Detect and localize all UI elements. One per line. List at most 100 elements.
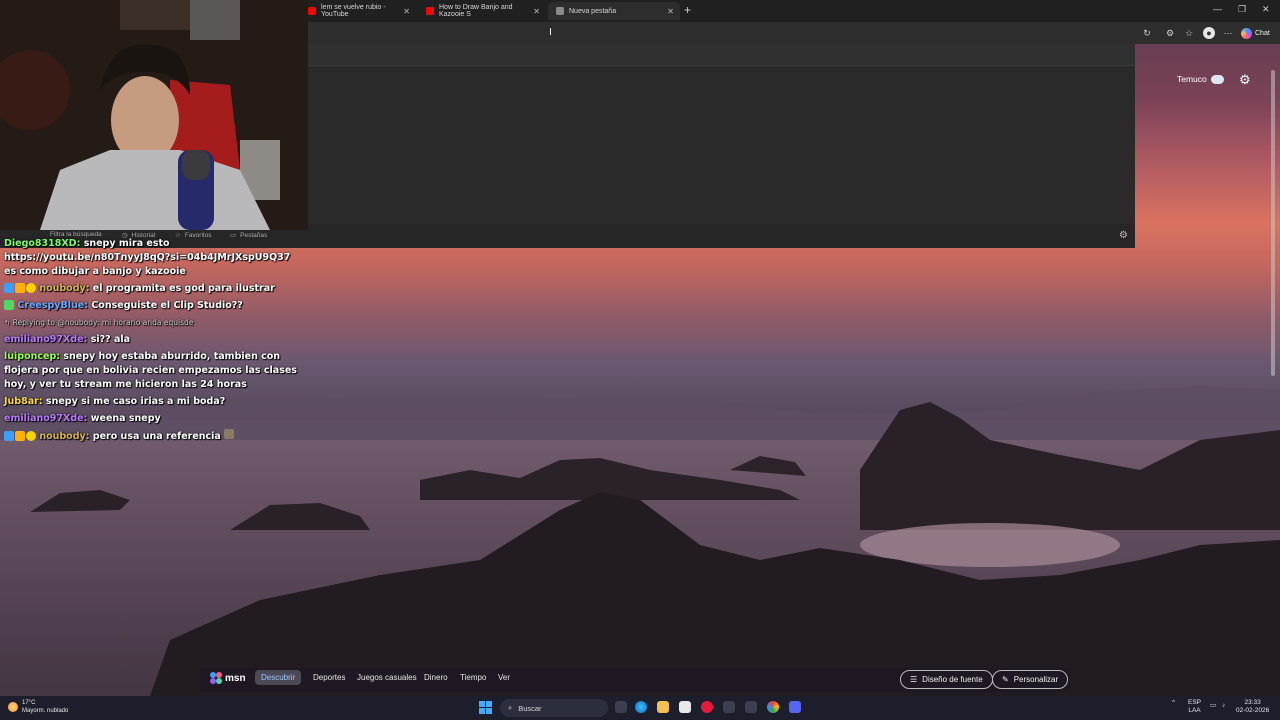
coin-badge-icon [26,431,36,441]
weather-desc: Mayorm. nublado [22,708,69,714]
chat-separator: : [38,396,46,407]
tab-youtube-rubio[interactable]: lem se vuelve rubio - YouTube ✕ [300,2,416,20]
chat-badges [4,283,36,293]
media-app-icon[interactable] [701,701,713,713]
badge-icon [4,283,14,293]
profile-avatar-icon[interactable]: ● [1203,27,1215,39]
network-icon[interactable]: ▭ [1210,702,1216,710]
new-tab-page-icon [556,7,564,15]
brush-icon: ✎ [1002,675,1009,684]
chat-message: Diego8318XD: snepy mira esto https://you… [4,237,304,279]
chat-username: Jub8ar [4,396,39,407]
close-icon[interactable]: ✕ [667,7,674,16]
crown-badge-icon [15,283,25,293]
chat-separator: : [85,431,93,442]
plus-icon[interactable]: + [684,3,691,17]
font-design-label: Diseño de fuente [922,675,983,684]
taskbar-search[interactable]: ⌕ Buscar [500,699,608,717]
msn-tab-descubrir[interactable]: Descubrir [255,670,302,685]
chat-username: luiponcep [4,351,57,362]
chrome-icon[interactable] [767,701,779,713]
weather-temp: 17°C [22,700,36,706]
page-scrollbar[interactable] [1271,70,1275,376]
msn-logo[interactable]: msn [210,672,246,684]
lang-top: ESP [1188,699,1202,706]
screen: lem se vuelve rubio - YouTube ✕ How to D… [0,0,1280,720]
cloud-icon [1210,74,1224,84]
crown-badge-icon [15,431,25,441]
msn-tab-ver[interactable]: Ver [498,673,510,682]
copilot-chat-button[interactable]: Chat [1241,26,1270,40]
settings-gear-icon[interactable]: ⚙ [1119,230,1128,241]
weather-widget[interactable]: Temuco [1177,74,1224,84]
chat-separator: : [76,238,84,249]
chat-message: Jub8ar: snepy si me caso irias a mi boda… [4,395,304,409]
tray-chevron-icon[interactable]: ^ [1172,699,1175,707]
address-input[interactable] [308,44,1135,66]
msn-tab-tiempo[interactable]: Tiempo [460,673,486,682]
close-icon[interactable]: ✕ [403,7,410,16]
app-icon[interactable] [745,701,757,713]
chat-text: el programita es god para ilustrar [92,283,275,294]
reply-text: Replying to @noubody: mi horario anda eq… [12,318,194,327]
extensions-icon[interactable]: ⚙ [1164,27,1176,39]
refresh-icon[interactable]: ↻ [1141,27,1153,39]
store-icon[interactable] [679,701,691,713]
close-icon[interactable]: ✕ [533,7,540,16]
keyboard-language[interactable]: ESP LAA [1188,699,1201,715]
chat-username: CreespyBlue [17,300,85,311]
page-settings-gear-icon[interactable]: ⚙ [1239,72,1251,88]
clock[interactable]: 23:33 02-02-2026 [1236,699,1269,715]
chat-username: noubody [39,431,86,442]
chat-username: emiliano97Xde [4,334,84,345]
webcam-overlay [0,0,308,230]
chat-message: CreespyBlue: Conseguiste el Clip Studio?… [4,299,304,313]
chat-badges [4,300,14,310]
customize-label: Personalizar [1013,675,1059,684]
minimize-icon[interactable]: — [1213,4,1222,14]
msn-butterfly-icon [210,672,222,684]
chat-text: snepy si me caso irias a mi boda? [45,396,226,407]
msn-tab-juegos-casuales[interactable]: Juegos casuales [357,673,417,682]
coin-badge-icon [26,283,36,293]
chat-text: pero usa una referencia [92,431,221,442]
msn-tab-deportes[interactable]: Deportes [313,673,345,682]
font-design-button[interactable]: ☰ Diseño de fuente [900,670,993,689]
search-label: Buscar [518,703,542,713]
favorites-star-icon[interactable]: ☆ [1183,27,1195,39]
weather-sun-icon [8,702,18,712]
more-options-icon[interactable]: ⋯ [1222,27,1234,39]
volume-icon[interactable]: ♪ [1222,702,1225,710]
sliders-icon: ☰ [910,675,918,684]
chat-badges [4,431,36,441]
chat-separator: : [85,283,93,294]
msn-logo-text: msn [225,672,246,684]
file-explorer-icon[interactable] [657,701,669,713]
app-icon[interactable] [723,701,735,713]
taskbar-weather[interactable]: 17°C Mayorm. nublado [8,699,68,715]
chat-username: Diego8318XD [4,238,77,249]
msn-feed-bar: msn Descubrir Deportes Juegos casuales D… [200,668,1070,692]
chat-username: noubody [39,283,86,294]
task-view-icon[interactable] [615,701,627,713]
tab-how-to-draw[interactable]: How to Draw Banjo and Kazooie S ✕ [418,2,546,20]
tab-nueva-pestana[interactable]: Nueva pestaña ✕ [548,2,680,20]
customize-button[interactable]: ✎ Personalizar [992,670,1069,689]
chat-message: emiliano97Xde: si?? ala [4,333,304,347]
reply-arrow-icon: ↰ [4,318,13,327]
discord-icon[interactable] [789,701,801,713]
windows-start-icon[interactable] [479,701,492,714]
restore-icon[interactable]: ❐ [1238,4,1246,15]
chat-message: emiliano97Xde: weena snepy [4,412,304,426]
msn-tab-dinero[interactable]: Dinero [424,673,448,682]
edge-icon[interactable] [635,701,647,713]
chat-text: weena snepy [90,413,161,424]
copilot-icon [1241,27,1252,39]
chat-text: Conseguiste el Clip Studio?? [91,300,243,311]
close-window-icon[interactable]: ✕ [1262,4,1270,15]
emote-icon [224,429,235,439]
clock-date: 02-02-2026 [1236,707,1270,714]
search-icon: ⌕ [508,703,513,712]
chat-message: luiponcep: snepy hoy estaba aburrido, ta… [4,350,304,392]
chat-username: emiliano97Xde [4,413,84,424]
